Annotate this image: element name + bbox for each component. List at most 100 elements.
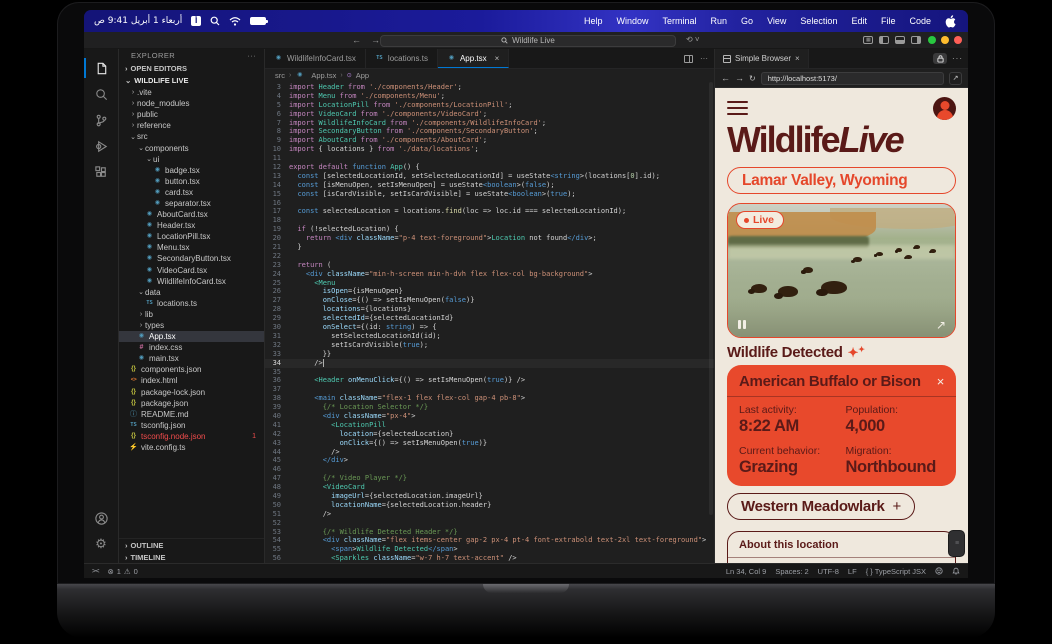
tree-folder-public[interactable]: ›public	[119, 109, 264, 120]
tree-folder-.vite[interactable]: ›.vite	[119, 87, 264, 98]
tree-folder-lib[interactable]: ›lib	[119, 309, 264, 320]
customize-layout-icon[interactable]	[863, 36, 873, 44]
browser-forward-icon[interactable]: →	[735, 73, 744, 83]
tree-folder-ui[interactable]: ⌄ui	[119, 154, 264, 165]
tree-file-badge.tsx[interactable]: ◉badge.tsx	[119, 165, 264, 176]
code-line-8[interactable]: 8import SecondaryButton from './componen…	[265, 127, 714, 136]
feedback-icon[interactable]	[935, 567, 943, 575]
tree-file-package.json[interactable]: {}package.json	[119, 398, 264, 409]
code-line-13[interactable]: 13 const [selectedLocationId, setSelecte…	[265, 172, 714, 181]
code-line-11[interactable]: 11	[265, 154, 714, 163]
nav-back-icon[interactable]: ←	[352, 35, 361, 45]
spotlight-icon[interactable]	[210, 16, 220, 26]
tree-file-index.html[interactable]: <>index.html	[119, 375, 264, 386]
command-center-search[interactable]: Wildlife Live	[380, 35, 676, 47]
tree-file-vite.config.ts[interactable]: ⚡vite.config.ts	[119, 442, 264, 453]
open-editors-section[interactable]: ›OPEN EDITORS	[119, 62, 264, 74]
code-line-55[interactable]: 55 <span>Wildlife Detected</span>	[265, 545, 714, 554]
tree-folder-reference[interactable]: ›reference	[119, 120, 264, 131]
code-line-7[interactable]: 7import WildlifeInfoCard from './compone…	[265, 119, 714, 128]
zoom-button[interactable]	[928, 36, 936, 44]
lock-button[interactable]	[933, 53, 947, 64]
tree-file-VideoCard.tsx[interactable]: ◉VideoCard.tsx	[119, 265, 264, 276]
tree-file-tsconfig.json[interactable]: TStsconfig.json	[119, 420, 264, 431]
explorer-more-actions-icon[interactable]: ···	[247, 51, 256, 60]
code-line-52[interactable]: 52	[265, 519, 714, 528]
code-line-5[interactable]: 5import LocationPill from './components/…	[265, 101, 714, 110]
editor-tab-WildlifeInfoCard.tsx[interactable]: ◉WildlifeInfoCard.tsx	[265, 49, 366, 68]
browser-more-actions-icon[interactable]: ···	[952, 54, 963, 63]
code-line-28[interactable]: 28 locations={locations}	[265, 305, 714, 314]
editor-tab-locations.ts[interactable]: TSlocations.ts	[366, 49, 438, 68]
tree-file-components.json[interactable]: {}components.json	[119, 364, 264, 375]
code-line-12[interactable]: 12export default function App() {	[265, 163, 714, 172]
language-mode[interactable]: { } TypeScript JSX	[866, 567, 926, 576]
problems-indicator[interactable]: ⊗ 1 ⚠ 0	[107, 567, 137, 576]
toggle-secondary-sidebar-icon[interactable]	[911, 36, 921, 44]
code-line-34[interactable]: 34 />	[265, 359, 714, 368]
code-line-29[interactable]: 29 selectedId={selectedLocationId}	[265, 314, 714, 323]
code-line-38[interactable]: 38 <main className="flex-1 flex flex-col…	[265, 394, 714, 403]
menu-selection[interactable]: Selection	[800, 16, 837, 26]
menu-edit[interactable]: Edit	[851, 16, 867, 26]
code-line-16[interactable]: 16	[265, 199, 714, 208]
code-line-50[interactable]: 50 locationName={selectedLocation.header…	[265, 501, 714, 510]
close-tab-icon[interactable]: ×	[795, 54, 800, 63]
code-line-15[interactable]: 15 const [isCardVisible, setIsCardVisibl…	[265, 190, 714, 199]
tree-file-WildlifeInfoCard.tsx[interactable]: ◉WildlifeInfoCard.tsx	[119, 276, 264, 287]
activitybar-search[interactable]	[84, 81, 118, 107]
apple-logo-icon[interactable]	[945, 15, 956, 28]
code-line-56[interactable]: 56 <Sparkles className="w-7 h-7 text-acc…	[265, 554, 714, 563]
menu-go[interactable]: Go	[741, 16, 753, 26]
code-line-36[interactable]: 36 <Header onMenuClick={() => setIsMenuO…	[265, 376, 714, 385]
code-line-18[interactable]: 18	[265, 216, 714, 225]
editor-scrollbar[interactable]	[709, 82, 713, 515]
tree-file-separator.tsx[interactable]: ◉separator.tsx	[119, 198, 264, 209]
activitybar-source-control[interactable]	[84, 107, 118, 133]
code-line-32[interactable]: 32 setIsCardVisible(true);	[265, 341, 714, 350]
tree-file-button.tsx[interactable]: ◉button.tsx	[119, 176, 264, 187]
tree-file-README.md[interactable]: ⓘREADME.md	[119, 409, 264, 420]
cursor-position[interactable]: Ln 34, Col 9	[726, 567, 766, 576]
avatar[interactable]	[933, 97, 956, 120]
editor-more-actions-icon[interactable]: ···	[700, 54, 708, 63]
hamburger-menu-icon[interactable]	[727, 101, 748, 116]
code-line-14[interactable]: 14 const [isMenuOpen, setIsMenuOpen] = u…	[265, 181, 714, 190]
close-tab-icon[interactable]: ×	[495, 54, 500, 63]
outline-section[interactable]: ›OUTLINE	[119, 539, 264, 551]
split-editor-icon[interactable]	[684, 55, 693, 63]
menu-file[interactable]: File	[881, 16, 896, 26]
run-task-icon[interactable]: ⟲ ˅	[686, 35, 700, 44]
tree-folder-types[interactable]: ›types	[119, 320, 264, 331]
activitybar-account[interactable]	[84, 505, 118, 531]
menu-terminal[interactable]: Terminal	[663, 16, 697, 26]
code-line-46[interactable]: 46	[265, 465, 714, 474]
code-line-39[interactable]: 39 {/* Location Selector */}	[265, 403, 714, 412]
code-line-47[interactable]: 47 {/* Video Player */}	[265, 474, 714, 483]
tab-simple-browser[interactable]: Simple Browser ×	[715, 49, 809, 68]
open-external-icon[interactable]: ↗	[949, 72, 962, 85]
code-line-42[interactable]: 42 location={selectedLocation}	[265, 430, 714, 439]
timeline-section[interactable]: ›TIMELINE	[119, 551, 264, 563]
nav-forward-icon[interactable]: →	[371, 35, 380, 45]
code-line-22[interactable]: 22	[265, 252, 714, 261]
card-close-icon[interactable]: ×	[937, 374, 944, 389]
code-line-35[interactable]: 35	[265, 368, 714, 377]
tree-folder-node_modules[interactable]: ›node_modules	[119, 98, 264, 109]
code-line-49[interactable]: 49 imageUrl={selectedLocation.imageUrl}	[265, 492, 714, 501]
code-line-27[interactable]: 27 onClose={() => setIsMenuOpen(false)}	[265, 296, 714, 305]
location-pill[interactable]: Lamar Valley, Wyoming	[727, 167, 956, 194]
code-line-54[interactable]: 54 <div className="flex items-center gap…	[265, 536, 714, 545]
secondary-species-button[interactable]: Western Meadowlark+	[727, 493, 915, 520]
tree-folder-data[interactable]: ⌄data	[119, 287, 264, 298]
activitybar-extensions[interactable]	[84, 159, 118, 185]
eol[interactable]: LF	[848, 567, 857, 576]
close-button[interactable]	[954, 36, 962, 44]
browser-back-icon[interactable]: ←	[721, 73, 730, 83]
code-line-33[interactable]: 33 }}	[265, 350, 714, 359]
breadcrumb[interactable]: src›◉App.tsx›⊙App	[265, 69, 714, 82]
code-line-23[interactable]: 23 return (	[265, 261, 714, 270]
toggle-panel-icon[interactable]	[895, 36, 905, 44]
activitybar-run-debug[interactable]	[84, 133, 118, 159]
menu-code[interactable]: Code	[909, 16, 931, 26]
